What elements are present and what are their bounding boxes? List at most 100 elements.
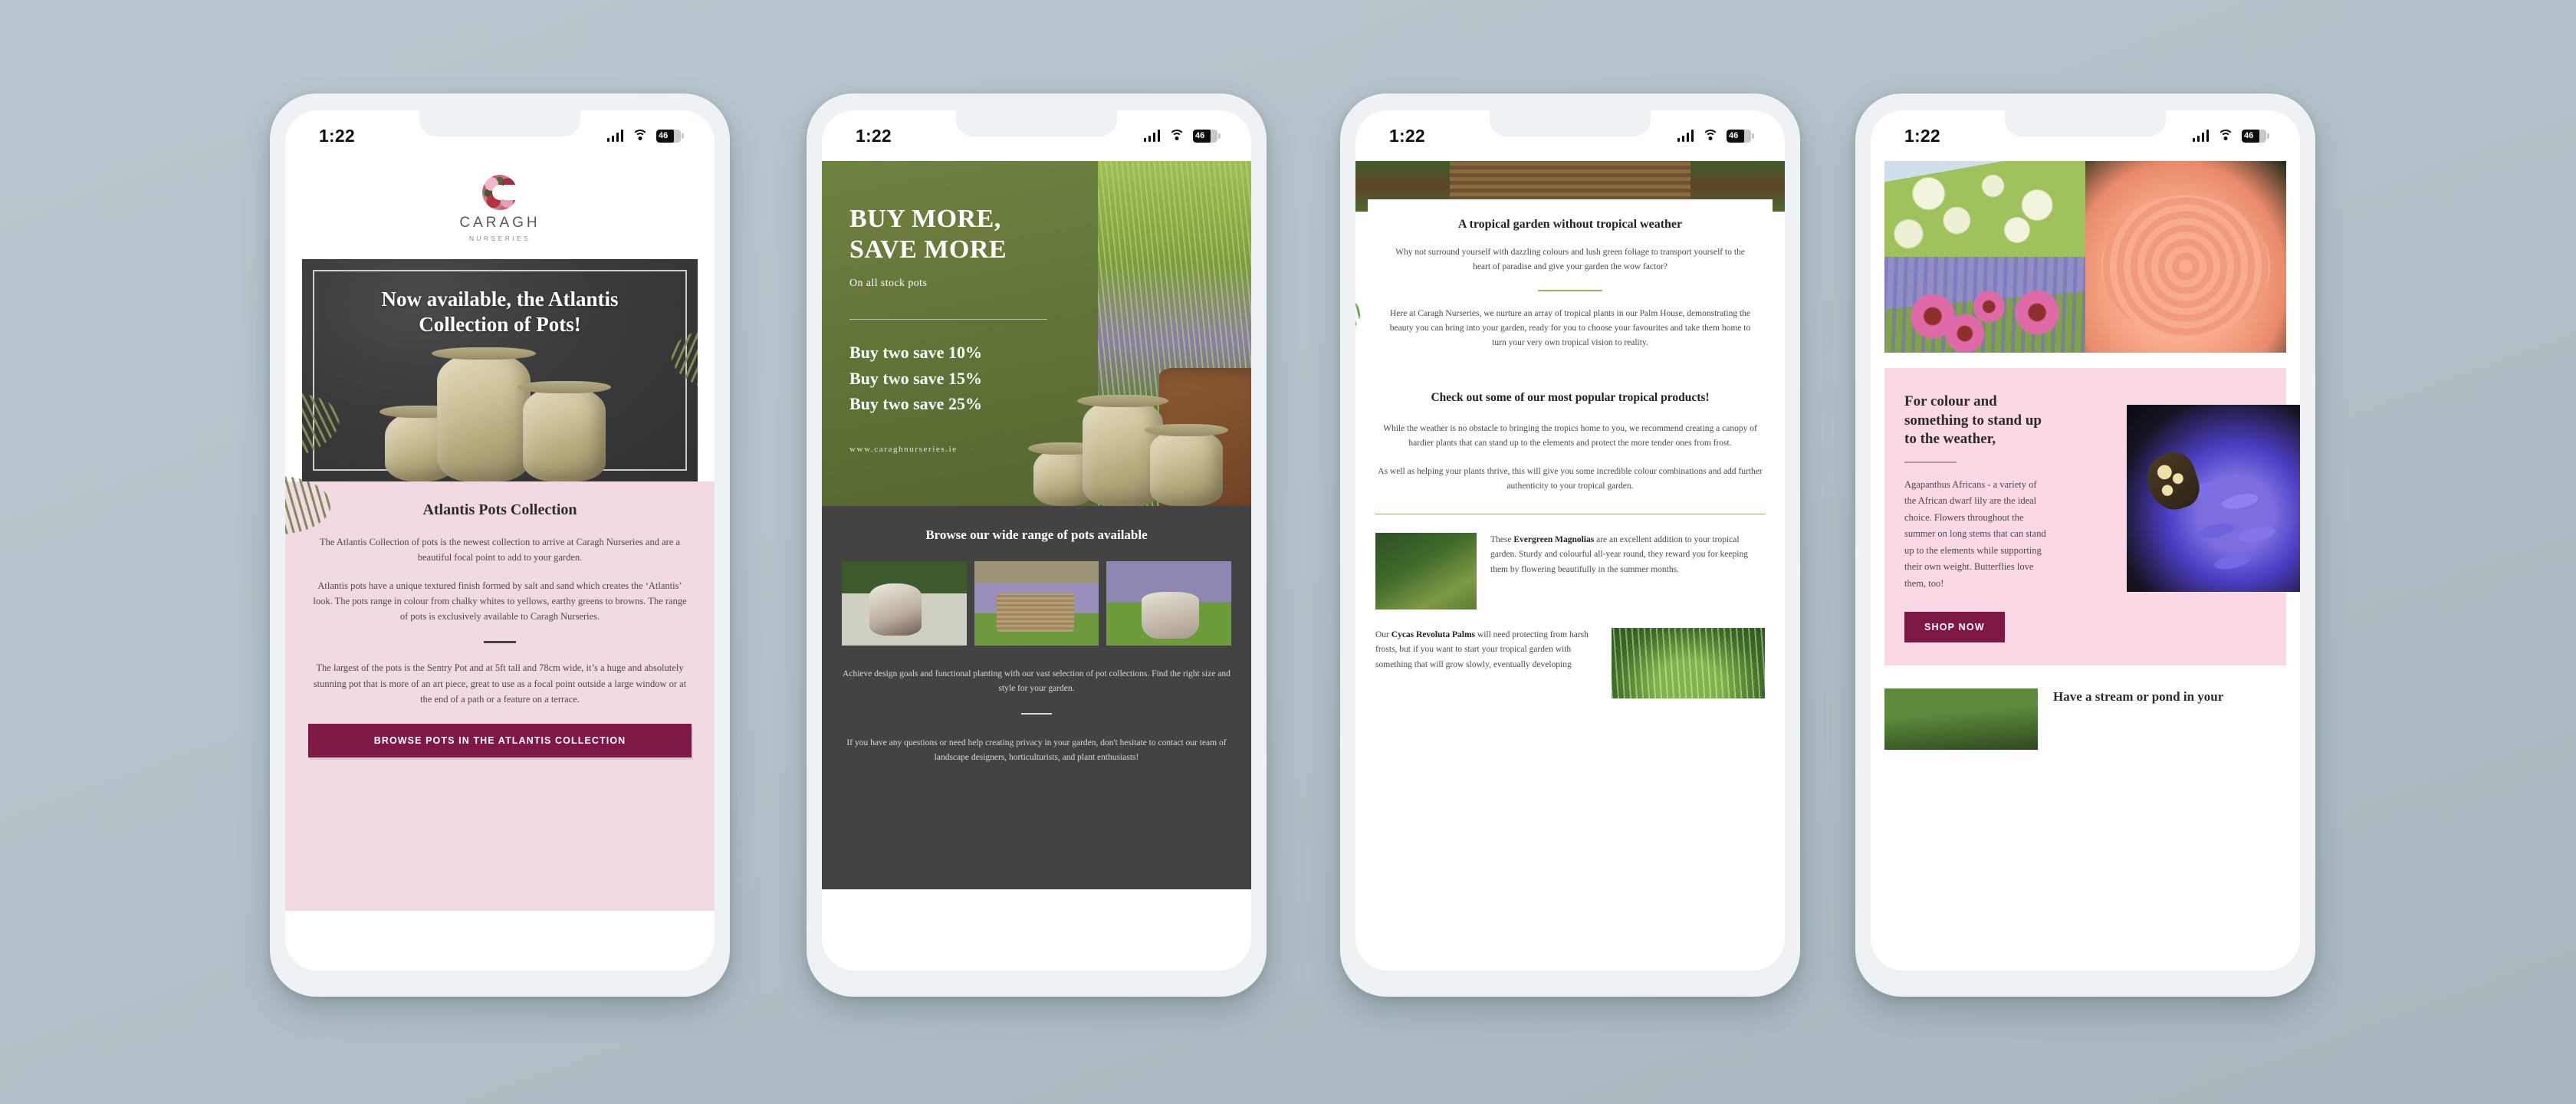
status-time: 1:22	[1904, 125, 1940, 146]
divider	[1904, 462, 1957, 463]
promo-copy: BUY MORE, SAVE MORE On all stock pots Bu…	[822, 161, 1098, 454]
product-lead: These	[1490, 535, 1514, 545]
status-icons: 46	[2192, 129, 2269, 143]
phone-1-screen: 1:22 46 CARAGH NURSERIES Now available, …	[285, 110, 715, 971]
shop-now-button[interactable]: SHOP NOW	[1904, 612, 2005, 643]
atlantis-section: Atlantis Pots Collection The Atlantis Co…	[285, 481, 715, 911]
paragraph-1: The Atlantis Collection of pots is the n…	[320, 537, 680, 564]
product-magnolia: These Evergreen Magnolias are an excelle…	[1355, 514, 1785, 610]
divider	[1538, 290, 1602, 291]
list-item: Buy two save 25%	[849, 394, 982, 414]
wifi-icon	[1702, 130, 1718, 142]
offer-list: Buy two save 10% Buy two save 15% Buy tw…	[849, 340, 1098, 416]
phone-3-screen: 1:22 46 A tropical garden without tropic…	[1355, 110, 1785, 971]
paragraph-2: Atlantis pots have a unique textured fin…	[313, 580, 687, 623]
section-body: Agapanthus Africans - a variety of the A…	[1904, 478, 2046, 589]
dahlia-photo[interactable]	[2085, 161, 2286, 353]
card-title: A tropical garden without tropical weath…	[1457, 218, 1683, 231]
phone-notch	[1490, 110, 1651, 136]
thumbnail-basket[interactable]	[974, 561, 1099, 646]
battery-level: 46	[1729, 131, 1739, 140]
cycas-description: Our Cycas Revoluta Palms will need prote…	[1375, 628, 1598, 672]
card-paragraph-2: Here at Caragh Nurseries, we nurture an …	[1389, 308, 1751, 347]
phone-mockup-2: 1:22 46 BUY MORE, SAVE MORE On all stock…	[807, 94, 1267, 997]
section-heading: For colour and something to stand up to …	[1904, 393, 2042, 448]
hero-banner: Now available, the Atlantis Collection o…	[302, 259, 698, 481]
next-section-teaser: Have a stream or pond in your	[1871, 665, 2300, 751]
note-2: If you have any questions or need help c…	[846, 738, 1227, 763]
battery-icon: 46	[2242, 129, 2269, 143]
section-title: Check out some of our most popular tropi…	[1431, 390, 1710, 404]
list-item: Buy two save 10%	[849, 343, 982, 363]
thumbnail-pots[interactable]	[842, 561, 967, 646]
divider	[1021, 713, 1052, 715]
promo-subheadline: On all stock pots	[849, 278, 928, 290]
battery-level: 46	[1195, 131, 1205, 140]
wifi-icon	[1168, 130, 1184, 142]
website-url[interactable]: www.caraghnurseries.ie	[849, 445, 1098, 454]
next-section-heading: Have a stream or pond in your	[2053, 689, 2224, 705]
pond-photo[interactable]	[1884, 688, 2038, 751]
battery-icon: 46	[656, 129, 684, 143]
phone-notch	[2005, 110, 2166, 136]
caragh-c-monogram-icon	[482, 175, 519, 210]
product-name: Evergreen Magnolias	[1513, 535, 1595, 545]
phone-3-content[interactable]: A tropical garden without tropical weath…	[1355, 161, 1785, 971]
divider	[849, 319, 1047, 320]
phone-2-content[interactable]: BUY MORE, SAVE MORE On all stock pots Bu…	[822, 161, 1251, 971]
battery-level: 46	[2244, 131, 2254, 140]
phone-2-screen: 1:22 46 BUY MORE, SAVE MORE On all stock…	[822, 110, 1251, 971]
product-lead: Our	[1375, 630, 1392, 640]
cycas-photo[interactable]	[1612, 628, 1765, 699]
hero-title: Now available, the Atlantis Collection o…	[381, 288, 619, 337]
product-name: Cycas Revoluta Palms	[1391, 630, 1476, 640]
promo-headline: BUY MORE, SAVE MORE	[849, 204, 1098, 265]
section-paragraph-2: As well as helping your plants thrive, t…	[1378, 466, 1763, 491]
screenshot-stage: 1:22 46 CARAGH NURSERIES Now available, …	[0, 0, 2576, 1104]
card-paragraph-1: Why not surround yourself with dazzling …	[1395, 248, 1745, 272]
note-1: Achieve design goals and functional plan…	[843, 669, 1230, 694]
section-paragraph-1: While the weather is no obstacle to brin…	[1383, 423, 1757, 448]
battery-level: 46	[659, 131, 669, 140]
flower-photo-grid	[1884, 161, 2286, 353]
status-icons: 46	[1143, 129, 1221, 143]
list-item: Buy two save 15%	[849, 368, 982, 388]
status-icons: 46	[1677, 129, 1754, 143]
status-time: 1:22	[319, 125, 355, 146]
product-cycas: Our Cycas Revoluta Palms will need prote…	[1355, 610, 1785, 699]
phone-mockup-3: 1:22 46 A tropical garden without tropic…	[1340, 94, 1800, 997]
battery-icon: 46	[1727, 129, 1754, 143]
cellular-signal-icon	[1143, 130, 1160, 142]
wifi-icon	[632, 130, 648, 142]
divider	[484, 641, 516, 644]
popular-products-section: Check out some of our most popular tropi…	[1355, 366, 1785, 495]
phone-4-content[interactable]: For colour and something to stand up to …	[1871, 161, 2300, 971]
brand-name: CARAGH	[459, 215, 540, 231]
browse-section: Browse our wide range of pots available …	[822, 506, 1251, 889]
magnolia-description: These Evergreen Magnolias are an excelle…	[1490, 533, 1765, 577]
snowball-viburnum-photo[interactable]	[1884, 161, 2085, 257]
magnolia-photo[interactable]	[1375, 533, 1477, 610]
phone-mockup-1: 1:22 46 CARAGH NURSERIES Now available, …	[270, 94, 730, 997]
echinacea-photo[interactable]	[1884, 257, 2085, 353]
status-time: 1:22	[856, 125, 892, 146]
phone-1-content[interactable]: CARAGH NURSERIES Now available, the Atla…	[285, 161, 715, 971]
agapanthus-section: For colour and something to stand up to …	[1884, 368, 2300, 666]
promo-headline-line-1: BUY MORE,	[849, 205, 1001, 233]
browse-pots-button[interactable]: BROWSE POTS IN THE ATLANTIS COLLECTION	[308, 724, 692, 757]
battery-icon: 46	[1193, 129, 1221, 143]
cellular-signal-icon	[606, 130, 623, 142]
cellular-signal-icon	[2192, 130, 2209, 142]
section-title: Atlantis Pots Collection	[422, 501, 577, 518]
promo-headline-line-2: SAVE MORE	[849, 235, 1007, 264]
brand-logo[interactable]: CARAGH NURSERIES	[285, 161, 715, 253]
browse-title: Browse our wide range of pots available	[925, 527, 1148, 542]
tropical-card: A tropical garden without tropical weath…	[1368, 199, 1773, 367]
thumbnail-urn[interactable]	[1106, 561, 1231, 646]
phone-notch	[419, 110, 580, 136]
product-thumbnail-grid	[842, 561, 1231, 646]
status-time: 1:22	[1389, 125, 1425, 146]
phone-mockup-4: 1:22 46 For colour and something to stan…	[1855, 94, 2315, 997]
promo-hero: BUY MORE, SAVE MORE On all stock pots Bu…	[822, 161, 1251, 506]
agapanthus-butterfly-photo[interactable]	[2127, 405, 2300, 592]
